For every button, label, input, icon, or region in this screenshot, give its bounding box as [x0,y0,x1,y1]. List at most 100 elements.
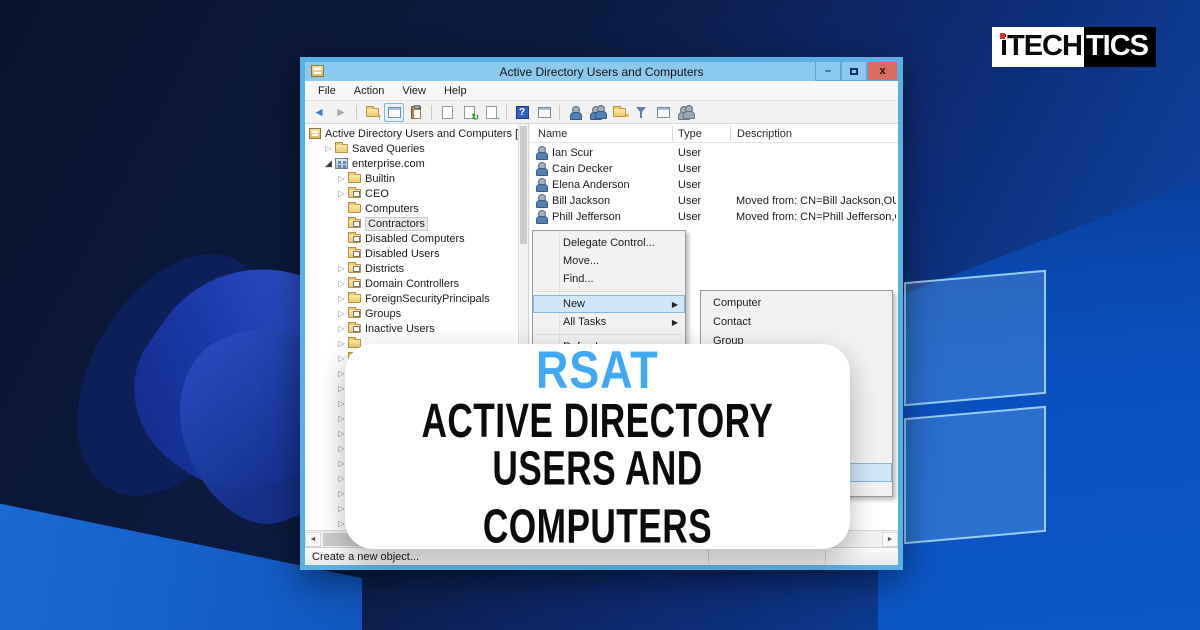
tree-item-label: Computers [365,203,419,215]
chevron-collapsed-icon[interactable]: ▷ [322,145,335,153]
folder-icon [348,174,361,183]
scroll-right-button[interactable]: ► [882,532,898,547]
title-bar: Active Directory Users and Computers – x [305,62,898,81]
refresh-icon[interactable]: ↻ [459,103,479,122]
filter-options-icon[interactable] [653,103,673,122]
context-menu-item-find[interactable]: Find... [533,270,685,288]
tree-item-domain-controllers[interactable]: ▷Domain Controllers [305,276,518,291]
chevron-collapsed-icon[interactable]: ▷ [335,280,348,288]
export-list-icon[interactable]: → [481,103,501,122]
tree-item-disabled-users[interactable]: Disabled Users [305,246,518,261]
window-title: Active Directory Users and Computers [305,65,898,79]
cell-description [736,145,896,161]
menu-help[interactable]: Help [435,83,476,99]
submenu-item-computer[interactable]: Computer [701,294,892,313]
ou-icon [348,264,361,273]
show-console-tree-icon[interactable] [384,103,404,122]
toolbar-separator [506,105,507,120]
cell-name: Bill Jackson [552,193,670,209]
menu-view[interactable]: View [393,83,435,99]
minimize-button[interactable]: – [815,62,841,81]
paste-icon[interactable] [406,103,426,122]
properties-icon[interactable] [437,103,457,122]
maximize-button[interactable] [841,62,867,81]
tree-item-label: CEO [365,188,389,200]
toolbar-separator [559,105,560,120]
tree-item-label: Disabled Computers [365,233,465,245]
ou-icon [348,219,361,228]
tree-item-inactive-users[interactable]: ▷ Inactive Users [305,321,518,336]
tree-item-ceo[interactable]: ▷ CEO [305,186,518,201]
table-row[interactable]: Cain DeckerUser [530,161,898,177]
context-menu-item-move[interactable]: Move... [533,252,685,270]
tree-item-foreignsecurityprincipals[interactable]: ▷ForeignSecurityPrincipals [305,291,518,306]
domain-icon [335,158,348,169]
forward-icon[interactable]: ► [331,103,351,122]
tree-item-groups[interactable]: ▷Groups [305,306,518,321]
table-row[interactable]: Elena AndersonUser [530,177,898,193]
title-overlay-card: RSAT ACTIVE DIRECTORY USERS AND COMPUTER… [345,344,850,549]
tree-item-computers[interactable]: Computers [305,201,518,216]
set-filter-icon[interactable] [631,103,651,122]
cell-type: User [678,209,733,225]
tree-item-label: Builtin [365,173,395,185]
up-one-level-icon[interactable]: ↑ [362,103,382,122]
submenu-item-contact[interactable]: Contact [701,313,892,332]
help-icon[interactable]: ? [512,103,532,122]
column-header-description[interactable]: Description [735,124,895,143]
show-window-icon[interactable] [534,103,554,122]
overlay-title-line2: USERS AND COMPUTERS [385,439,809,556]
column-header-name[interactable]: Name [536,124,672,143]
tree-item-districts[interactable]: ▷ Districts [305,261,518,276]
context-menu-item-delegate-control[interactable]: Delegate Control... [533,234,685,252]
tree-item-label: Active Directory Users and Computers [pd… [325,128,518,140]
table-row[interactable]: Ian ScurUser [530,145,898,161]
logo-red-dot [1000,33,1005,39]
back-icon[interactable]: ◄ [309,103,329,122]
column-header-type[interactable]: Type [676,124,730,143]
tree-item-saved-queries[interactable]: ▷Saved Queries [305,141,518,156]
tree-item-active-directory-users-and-computers-pdc-e[interactable]: Active Directory Users and Computers [pd… [305,126,518,141]
close-button[interactable]: x [867,62,898,81]
chevron-collapsed-icon[interactable]: ▷ [335,310,348,318]
menu-action[interactable]: Action [345,83,394,99]
column-divider[interactable] [672,126,673,141]
tree-item-disabled-computers[interactable]: Disabled Computers [305,231,518,246]
folder-icon [335,144,348,153]
new-group-icon[interactable] [587,103,607,122]
new-user-icon[interactable] [565,103,585,122]
folder-icon [348,204,361,213]
chevron-collapsed-icon[interactable]: ▷ [335,295,348,303]
table-row[interactable]: Bill JacksonUserMoved from: CN=Bill Jack… [530,193,898,209]
chevron-collapsed-icon[interactable]: ▷ [335,175,348,183]
toolbar: ◄► ↑ ↻→? * [305,101,898,124]
new-ou-icon[interactable]: * [609,103,629,122]
cell-description [736,161,896,177]
tree-item-builtin[interactable]: ▷ Builtin [305,171,518,186]
menu-bar: FileActionViewHelp [305,81,898,101]
chevron-collapsed-icon[interactable]: ▷ [335,340,348,348]
tree-item-label: Districts [365,263,404,275]
chevron-collapsed-icon[interactable]: ▷ [335,190,348,198]
scrollbar-thumb[interactable] [520,126,527,244]
column-divider[interactable] [730,126,731,141]
tree-item-contractors[interactable]: Contractors [305,216,518,231]
cell-type: User [678,145,733,161]
chevron-collapsed-icon[interactable]: ▷ [335,325,348,333]
logo-left: iTECH [992,27,1084,67]
menu-separator [535,291,683,292]
find-icon[interactable] [675,103,695,122]
table-row[interactable]: Phill JeffersonUserMoved from: CN=Phill … [530,209,898,225]
tree-item-enterprise-com[interactable]: ◢enterprise.com [305,156,518,171]
cell-name: Elena Anderson [552,177,670,193]
logo-right: TICS [1084,27,1156,67]
context-menu-item-new[interactable]: New▶ [533,295,685,313]
chevron-collapsed-icon[interactable]: ▷ [335,265,348,273]
console-icon [311,65,324,77]
tree-item-label: Inactive Users [365,323,435,335]
context-menu-item-all-tasks[interactable]: All Tasks▶ [533,313,685,331]
cell-description: Moved from: CN=Bill Jackson,OU=C [736,193,896,209]
menu-file[interactable]: File [309,83,345,99]
chevron-expanded-icon[interactable]: ◢ [322,159,335,168]
scroll-left-button[interactable]: ◄ [305,532,321,547]
